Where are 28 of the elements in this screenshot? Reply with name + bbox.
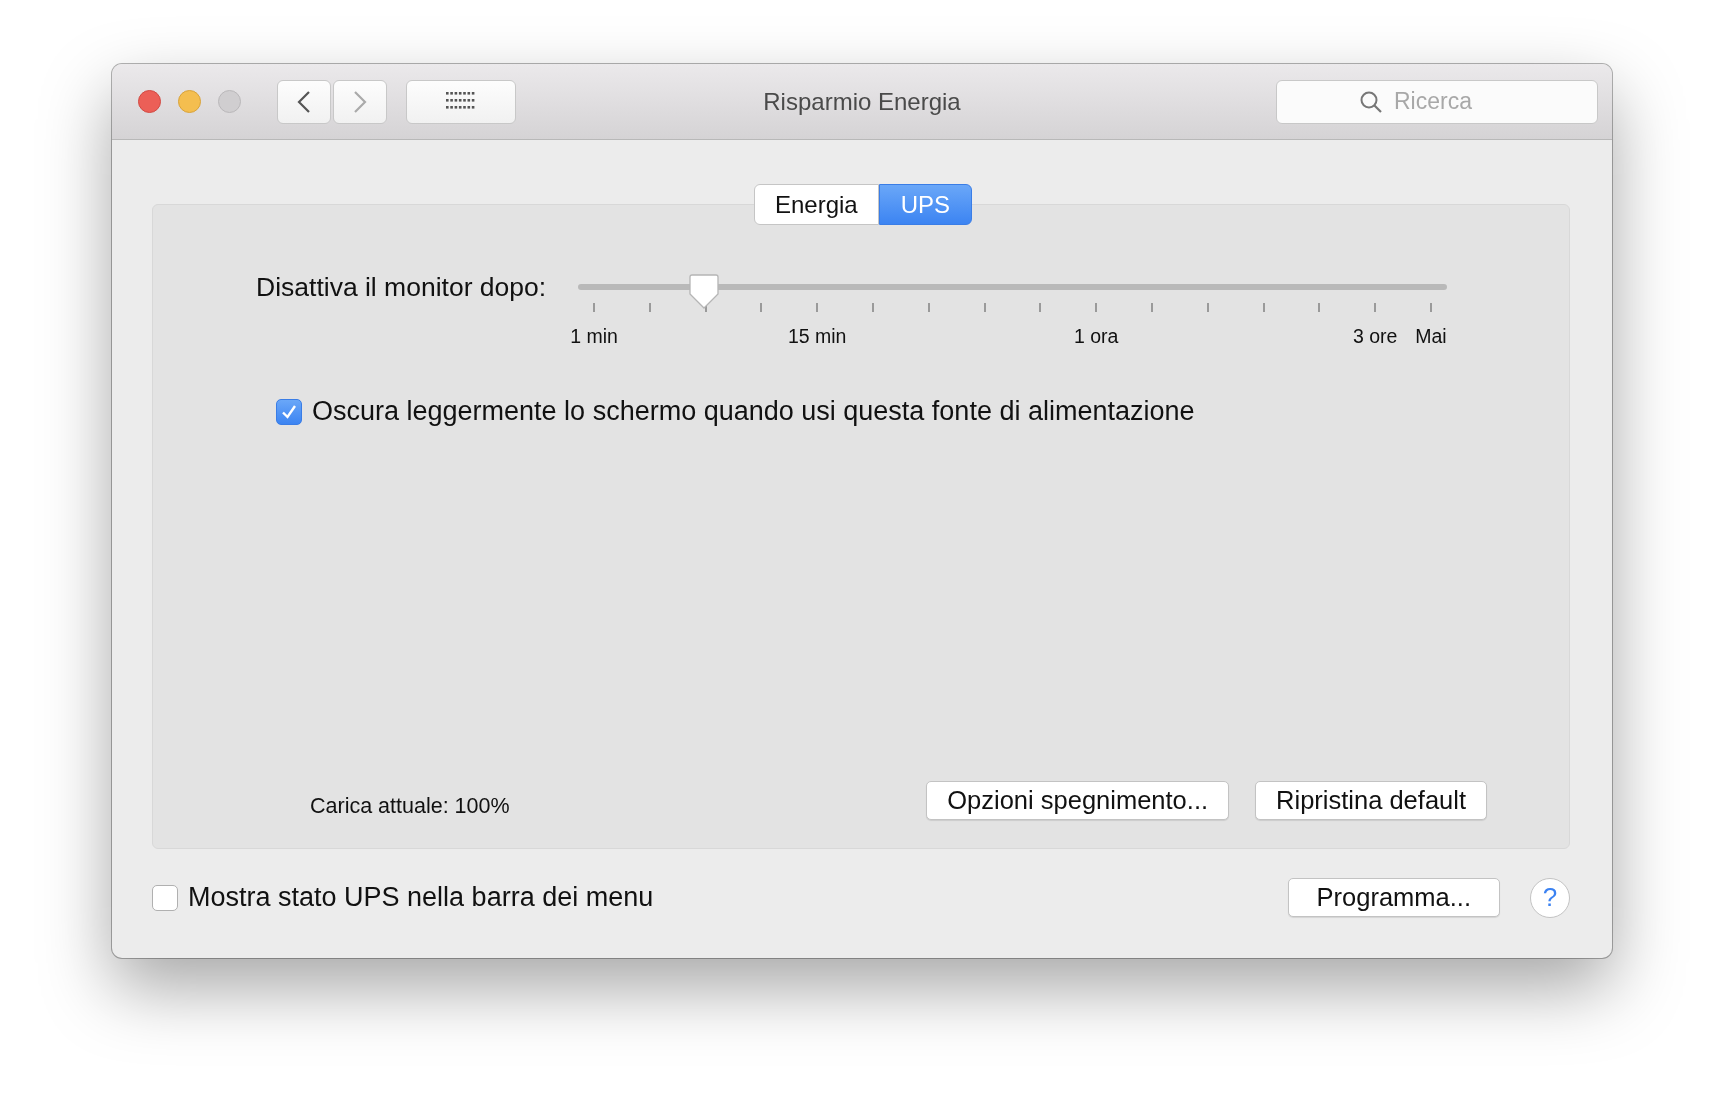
minimize-button[interactable] — [178, 90, 201, 113]
tick-label: 1 ora — [1073, 325, 1119, 348]
tick-label: 3 ore — [1352, 325, 1398, 348]
schedule-button[interactable]: Programma... — [1287, 878, 1500, 917]
search-icon — [1359, 89, 1383, 114]
close-button[interactable] — [138, 90, 161, 113]
checkbox-label: Mostra stato UPS nella barra dei menu — [188, 882, 654, 913]
back-button[interactable] — [277, 79, 331, 124]
checkbox-label: Oscura leggermente lo schermo quando usi questa fonte di alimentazione — [312, 396, 1195, 427]
chevron-right-icon — [353, 89, 367, 114]
charge-status: Carica attuale: 100% — [310, 794, 510, 819]
tab[interactable]: Energia — [753, 184, 879, 225]
push-button[interactable]: Ripristina default — [1255, 781, 1487, 820]
slider-thumb[interactable] — [689, 274, 720, 310]
slider-label: Disattiva il monitor dopo: — [256, 272, 548, 303]
help-button[interactable]: ? — [1530, 877, 1570, 918]
show-all-button[interactable] — [406, 79, 516, 124]
checkbox[interactable] — [152, 884, 178, 911]
checkbox[interactable] — [276, 398, 302, 425]
tick-label: 1 min — [570, 325, 618, 348]
tick-label: Mai — [1415, 325, 1447, 348]
tick-label: 15 min — [787, 325, 847, 348]
chevron-left-icon — [297, 89, 311, 114]
grid-icon — [446, 91, 476, 112]
search-field[interactable]: Ricerca — [1276, 79, 1598, 124]
zoom-button[interactable] — [218, 90, 241, 113]
window-title: Risparmio Energia — [763, 88, 961, 116]
push-button[interactable]: Opzioni spegnimento... — [926, 781, 1230, 820]
